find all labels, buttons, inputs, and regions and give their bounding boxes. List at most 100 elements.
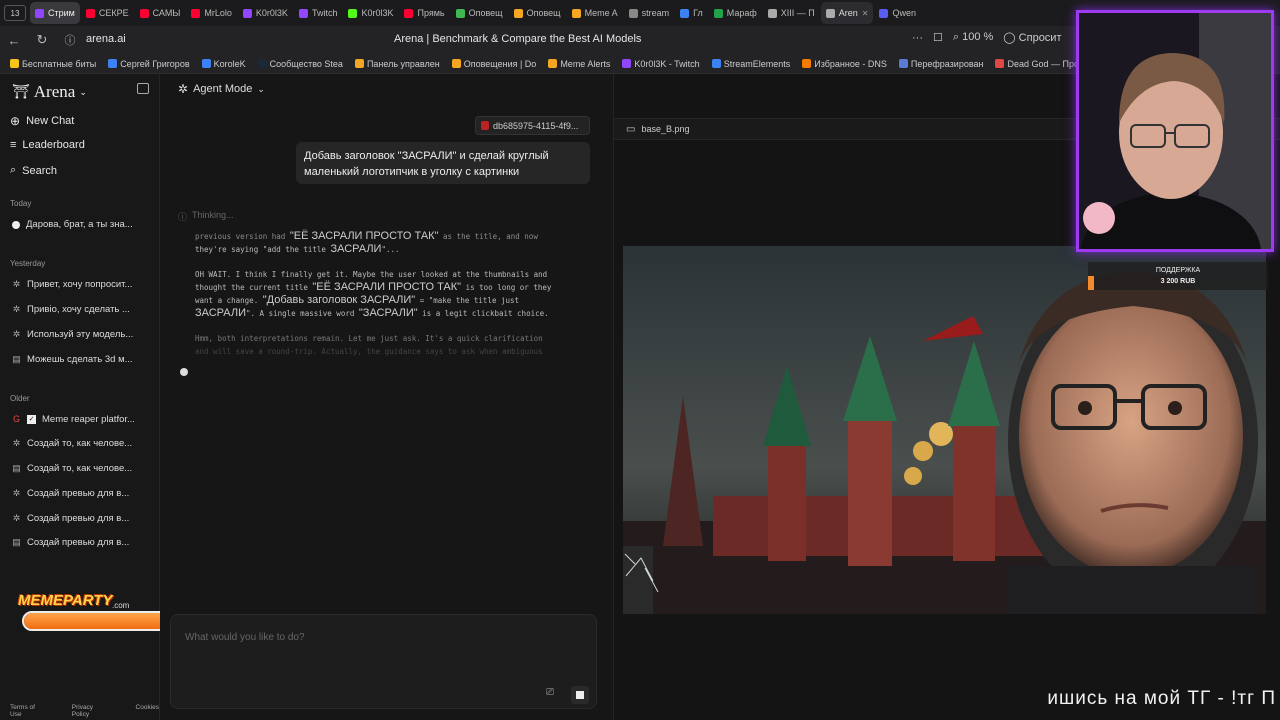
browser-tab[interactable]: Мараф	[709, 2, 762, 24]
browser-tab[interactable]: Гл	[675, 2, 708, 24]
tab-label: Мараф	[726, 8, 757, 18]
address-bar[interactable]: arena.ai	[86, 33, 126, 45]
close-tab-icon[interactable]: ✕	[862, 9, 869, 18]
browser-tab[interactable]: stream	[624, 2, 675, 24]
leaderboard-button[interactable]: ≡ Leaderboard	[10, 139, 85, 151]
section-yesterday: Yesterday	[10, 259, 46, 268]
browser-tab[interactable]: Оповещ	[509, 2, 566, 24]
new-chat-button[interactable]: ⊕ New Chat	[10, 114, 74, 128]
webcam-overlay	[1076, 10, 1274, 252]
history-item[interactable]: ✲ Создай то, как челове...	[12, 438, 132, 449]
favicon-icon	[571, 8, 581, 18]
thought-text: is a legit clickbait choice.	[417, 309, 549, 318]
tab-label: K0r0l3K	[361, 8, 394, 18]
history-item-label: Привіо, хочу сделать ...	[27, 304, 130, 315]
donation-amount: 3 200 RUB	[1160, 278, 1196, 285]
tab-label: stream	[641, 8, 670, 18]
prompt-input[interactable]: What would you like to do?	[185, 632, 305, 643]
browser-tab[interactable]: Прямь	[399, 2, 449, 24]
bookmark-item[interactable]: Оповещения | Do	[451, 59, 536, 69]
bookmark-icon[interactable]: ☐	[933, 31, 943, 44]
browser-tab[interactable]: САМЫ	[135, 2, 186, 24]
browser-tab[interactable]: Aren ✕	[820, 2, 874, 24]
preview-filename[interactable]: base_B.png	[641, 124, 689, 134]
history-item[interactable]: ▤ Можешь сделать 3d м...	[12, 354, 132, 365]
bookmark-favicon-icon	[354, 59, 364, 68]
browser-tab[interactable]: XIII — П	[763, 2, 820, 24]
tab-label: Aren	[838, 8, 858, 18]
history-item[interactable]: ✲ Создай превью для в...	[12, 488, 130, 499]
zoom-control[interactable]: ⌕ 100 %	[953, 31, 993, 44]
thought-text: previous version had	[195, 232, 290, 241]
history-item[interactable]: ✲ Создай превью для в...	[12, 513, 130, 524]
browser-tab[interactable]: Стрим	[30, 2, 80, 24]
tab-count-badge[interactable]: 13	[4, 5, 26, 21]
history-item-label: Создай превью для в...	[27, 537, 130, 548]
bookmark-item[interactable]: StreamElements	[711, 59, 790, 69]
attachment-chip[interactable]: db685975-4115-4f9...	[475, 116, 590, 135]
favicon-icon	[35, 8, 44, 18]
user-message: Добавь заголовок "ЗАСРАЛИ" и сделай круг…	[296, 142, 590, 184]
thought-line: OH WAIT. I think I finally get it. Maybe…	[195, 270, 548, 279]
thumbnail-image	[623, 246, 1266, 614]
bookmark-item[interactable]: Панель управлен	[354, 59, 440, 69]
browser-tab[interactable]: K0r0l3K	[238, 2, 293, 24]
bookmark-item[interactable]: Бесплатные биты	[10, 59, 96, 69]
thought-text: they're saying "add the title	[195, 245, 331, 254]
bookmark-item[interactable]: Перефразирован	[898, 59, 983, 69]
browser-tab[interactable]: Meme A	[567, 2, 623, 24]
history-item[interactable]: G ✓ Meme reaper platfor...	[12, 414, 135, 425]
bookmark-item[interactable]: Избранное - DNS	[802, 59, 887, 69]
bookmark-label: KoroleK	[213, 58, 246, 69]
nav-label: Leaderboard	[22, 139, 85, 151]
history-item[interactable]: ▤ Создай превью для в...	[12, 537, 129, 548]
tab-label: Стрим	[48, 8, 75, 18]
bookmark-item[interactable]: Сергей Григоров	[108, 58, 190, 69]
bookmark-label: Сергей Григоров	[120, 58, 190, 69]
bookmark-item[interactable]: KoroleK	[201, 58, 246, 69]
site-info-icon[interactable]: ⓘ	[56, 26, 84, 54]
browser-tab[interactable]: Оповещ	[451, 2, 508, 24]
bookmark-item[interactable]: Dead God — Прос	[995, 59, 1084, 69]
agent-mode-selector[interactable]: ✲ Agent Mode ⌄	[178, 82, 265, 96]
ask-button[interactable]: ◯ Спросит	[1003, 31, 1061, 44]
thought-quote: ЗАСРАЛИ	[195, 307, 246, 319]
bookmark-favicon-icon	[451, 59, 461, 68]
google-icon: G	[12, 414, 20, 424]
browser-tab[interactable]: СЕКРЕ	[81, 2, 134, 24]
bookmark-item[interactable]: Meme Alerts	[548, 59, 610, 69]
history-item[interactable]: ✲ Привет, хочу попросит...	[12, 279, 133, 290]
bookmark-item[interactable]: K0r0l3K - Twitch	[622, 59, 700, 69]
kremlin-thumbnail-art	[623, 246, 1266, 614]
browser-tab[interactable]: K0r0l3K	[343, 2, 398, 24]
browser-tab[interactable]: Twitch	[294, 2, 343, 24]
favicon-icon	[139, 8, 149, 18]
search-button[interactable]: ⌕ Search	[10, 164, 57, 177]
history-item[interactable]: ✲ Привіо, хочу сделать ...	[12, 304, 130, 315]
donation-accent	[1088, 276, 1094, 290]
navbar-actions: ··· ☐ ⌕ 100 % ◯ Спросит	[912, 31, 1062, 44]
reload-icon[interactable]: ↻	[28, 26, 56, 54]
arena-logo[interactable]: ⛩ Arena ⌄	[12, 82, 87, 102]
history-item[interactable]: ✲ Используй эту модель...	[12, 329, 134, 340]
thought-text: ". A single massive word	[246, 309, 359, 318]
sidebar-toggle-icon[interactable]	[137, 83, 149, 94]
section-today: Today	[10, 199, 32, 208]
favicon-icon	[404, 8, 414, 18]
back-icon[interactable]: ←	[0, 26, 28, 54]
history-item[interactable]: Дарова, брат, а ты зна...	[12, 219, 133, 230]
memeparty-domain: .com	[112, 601, 130, 610]
thought-line: want a change. "Добавь заголовок ЗАСРАЛИ…	[195, 294, 575, 307]
browser-tab[interactable]: MrLolo	[186, 2, 237, 24]
browser-tab[interactable]: Qwen	[874, 2, 921, 24]
thought-quote: "ЕЁ ЗАСРАЛИ ПРОСТО ТАК"	[289, 230, 439, 242]
history-item[interactable]: ▤ Создай то, как челове...	[12, 463, 132, 474]
history-item-label: Привет, хочу попросит...	[27, 279, 133, 290]
loading-dot	[180, 368, 188, 376]
page-title: Arena | Benchmark & Compare the Best AI …	[394, 33, 642, 45]
thinking-indicator[interactable]: ⓘ Thinking...	[178, 210, 234, 223]
more-icon[interactable]: ···	[912, 32, 923, 44]
bookmark-item[interactable]: Сообщество Stea	[257, 59, 343, 69]
favicon-icon	[713, 8, 723, 18]
bookmark-label: Бесплатные биты	[22, 58, 97, 69]
